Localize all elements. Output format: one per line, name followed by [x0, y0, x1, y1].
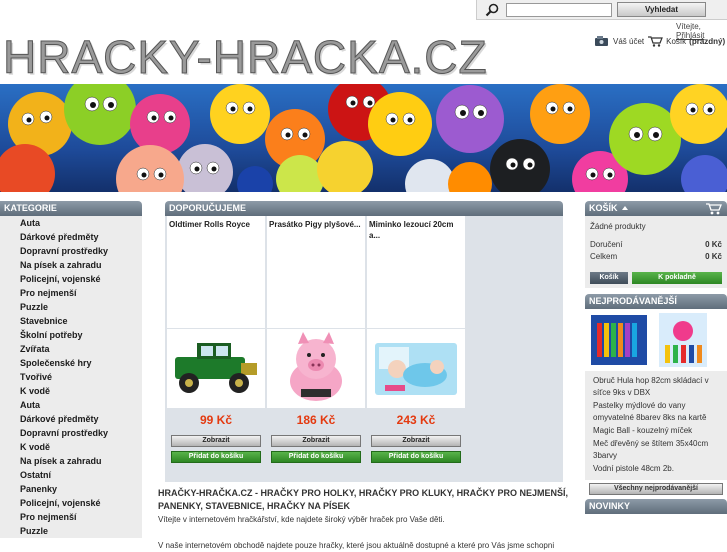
cart-box: Žádné produkty Doručení 0 Kč Celkem 0 Kč… — [585, 216, 727, 288]
cart-link[interactable]: Košík — [666, 37, 686, 46]
search-input[interactable] — [506, 3, 612, 17]
cart-button[interactable]: Košík — [590, 272, 628, 284]
category-item[interactable]: K vodě — [20, 440, 142, 454]
bestseller-item[interactable]: Vodní pistole 48cm 2b. — [593, 463, 719, 475]
product-grid: Oldtimer Rolls Royce 99 Kč Zobrazit Přid… — [165, 216, 563, 482]
product-name[interactable]: Miminko lezoucí 20cm a... — [367, 216, 465, 328]
add-to-cart-button[interactable]: Přidat do košíku — [271, 451, 361, 463]
category-item[interactable]: Policejní, vojenské — [20, 272, 142, 286]
intro-welcome: Vítejte v internetovém hračkářství, kde … — [158, 515, 445, 524]
delivery-value: 0 Kč — [705, 240, 722, 249]
category-item[interactable]: Puzzle — [20, 524, 142, 538]
category-item[interactable]: Společenské hry — [20, 356, 142, 370]
cart-header-icon — [706, 203, 722, 215]
show-button[interactable]: Zobrazit — [171, 435, 261, 447]
bestseller-item[interactable]: Pastelky mýdlové do vany omyvatelné 8bar… — [593, 400, 719, 424]
search-bar: Vyhledat — [476, 0, 727, 20]
category-item[interactable]: Pro nejmenší — [20, 286, 142, 300]
bestseller-list: Obruč Hula hop 82cm skládací v síťce 9ks… — [585, 371, 727, 480]
cart-status: (prázdný) — [689, 37, 726, 46]
total-label: Celkem — [590, 252, 618, 261]
delivery-label: Doručení — [590, 240, 623, 249]
category-item[interactable]: Panenky — [20, 482, 142, 496]
total-value: 0 Kč — [705, 252, 722, 261]
category-item[interactable]: Na písek a zahradu — [20, 258, 142, 272]
add-to-cart-button[interactable]: Přidat do košíku — [171, 451, 261, 463]
product-price: 99 Kč — [199, 413, 233, 427]
product-price: 186 Kč — [296, 413, 336, 427]
category-item[interactable]: Na písek a zahradu — [20, 454, 142, 468]
category-item[interactable]: Zvířata — [20, 342, 142, 356]
show-button[interactable]: Zobrazit — [371, 435, 461, 447]
bestseller-item[interactable]: Magic Ball - kouzelný míček — [593, 425, 719, 437]
all-bestsellers-button[interactable]: Všechny nejprodávanější — [589, 483, 723, 495]
category-item[interactable]: Ostatní — [20, 468, 142, 482]
category-item[interactable]: Tvořivé — [20, 370, 142, 384]
intro-text: HRAČKY-HRAČKA.CZ - HRAČKY PRO HOLKY, HRA… — [158, 487, 576, 552]
account-links: Váš účet Košík (prázdný) — [594, 36, 725, 47]
intro-paragraph: V naše internetovém obchodě najdete pouz… — [158, 541, 555, 550]
bestsellers-heading: NEJPRODÁVANĚJŠÍ — [585, 294, 727, 309]
cart-empty-text: Žádné produkty — [590, 222, 646, 231]
total-row: Celkem 0 Kč — [590, 251, 722, 263]
category-item[interactable]: Dárkové předměty — [20, 412, 142, 426]
product-image-baby-doll[interactable] — [367, 328, 465, 408]
category-item[interactable]: Auta — [20, 216, 142, 230]
category-item[interactable]: Školní potřeby — [20, 328, 142, 342]
category-item[interactable]: Dopravní prostředky — [20, 426, 142, 440]
cart-buttons: Košík K pokladně — [590, 272, 722, 284]
category-item[interactable]: Pro nejmenší — [20, 510, 142, 524]
product-card: Miminko lezoucí 20cm a... 243 Kč Zobrazi… — [367, 216, 465, 482]
bestseller-image-crayons[interactable] — [589, 311, 649, 369]
bestseller-item[interactable]: Meč dřevěný se štítem 35x40cm 3barvy — [593, 438, 719, 462]
product-name[interactable]: Prasátko Pigy plyšové... — [267, 216, 365, 328]
delivery-row: Doručení 0 Kč — [590, 239, 722, 251]
featured-heading: DOPORUČUJEME — [165, 201, 563, 216]
featured-section: DOPORUČUJEME Oldtimer Rolls Royce 99 Kč … — [165, 201, 563, 482]
intro-title: HRAČKY-HRAČKA.CZ - HRAČKY PRO HOLKY, HRA… — [158, 488, 569, 511]
hero-banner — [0, 84, 727, 192]
product-card: Oldtimer Rolls Royce 99 Kč Zobrazit Přid… — [167, 216, 265, 482]
product-price: 243 Kč — [396, 413, 436, 427]
category-item[interactable]: Puzzle — [20, 300, 142, 314]
pompom-toys-image — [0, 84, 727, 192]
cart-heading: KOŠÍK — [585, 201, 727, 216]
right-sidebar: KOŠÍK Žádné produkty Doručení 0 Kč Celke… — [585, 201, 727, 514]
category-item[interactable]: Auta — [20, 398, 142, 412]
collapse-arrow-icon[interactable] — [622, 206, 629, 210]
bestseller-item[interactable]: Obruč Hula hop 82cm skládací v síťce 9ks… — [593, 375, 719, 399]
category-sidebar: KATEGORIE Auta Dárkové předměty Dopravní p… — [0, 201, 142, 538]
news-heading: NOVINKY — [585, 499, 727, 514]
checkout-button[interactable]: K pokladně — [632, 272, 722, 284]
product-image-car[interactable] — [167, 328, 265, 408]
add-to-cart-button[interactable]: Přidat do košíku — [371, 451, 461, 463]
cart-icon — [648, 36, 664, 47]
site-logo[interactable]: HRACKY-HRACKA.CZ — [3, 34, 488, 81]
cart-heading-label: KOŠÍK — [589, 203, 618, 213]
search-button[interactable]: Vyhledat — [617, 2, 706, 17]
category-item[interactable]: Dárkové předměty — [20, 230, 142, 244]
bestseller-images — [585, 309, 727, 371]
show-button[interactable]: Zobrazit — [271, 435, 361, 447]
category-item[interactable]: K vodě — [20, 384, 142, 398]
category-list: Auta Dárkové předměty Dopravní prostředky N… — [0, 216, 142, 538]
category-item[interactable]: Policejní, vojenské — [20, 496, 142, 510]
product-name[interactable]: Oldtimer Rolls Royce — [167, 216, 265, 328]
account-icon — [595, 36, 608, 46]
bestseller-image-magic-ball[interactable] — [653, 311, 713, 369]
category-item[interactable]: Stavebnice — [20, 314, 142, 328]
product-image-pig[interactable] — [267, 328, 365, 408]
greeting-text: Vítejte, — [676, 22, 701, 31]
product-card: Prasátko Pigy plyšové... 186 Kč Zobrazit… — [267, 216, 365, 482]
search-icon — [485, 3, 499, 17]
category-item[interactable]: Dopravní prostředky — [20, 244, 142, 258]
category-heading: KATEGORIE — [0, 201, 142, 216]
my-account-link[interactable]: Váš účet — [613, 37, 644, 46]
